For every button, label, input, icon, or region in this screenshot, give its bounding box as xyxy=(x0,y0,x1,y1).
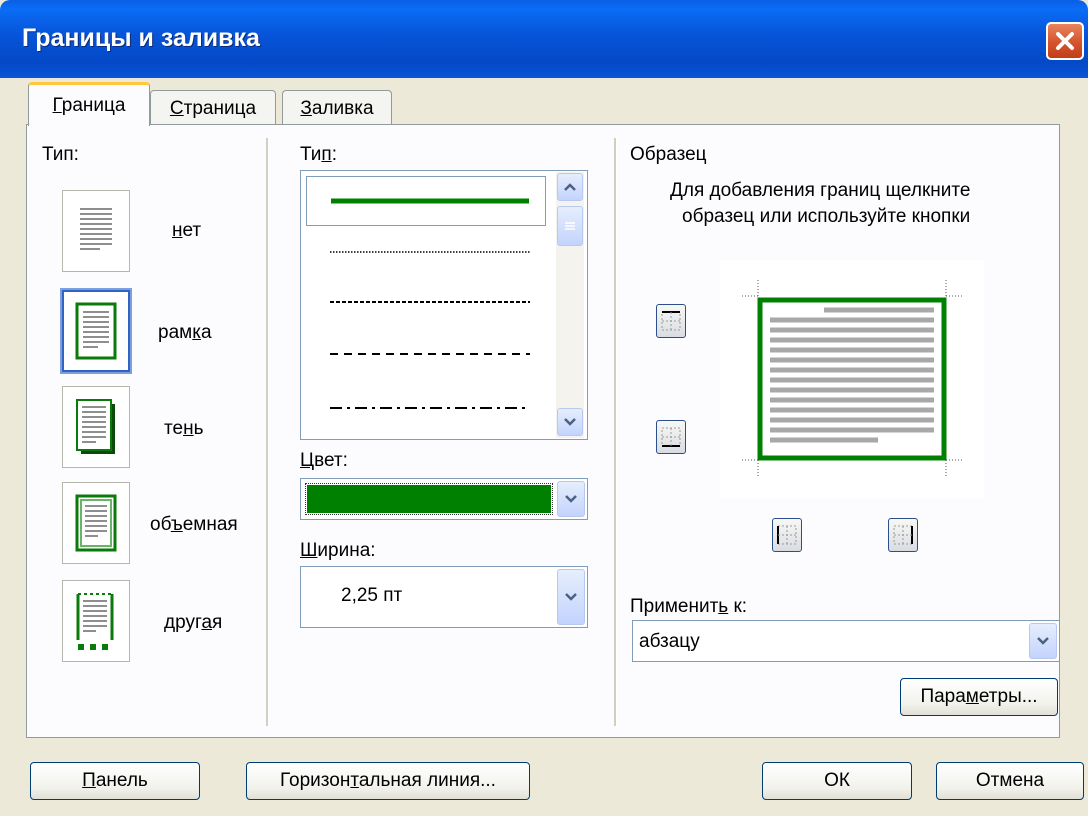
page-box-icon xyxy=(75,302,117,360)
preset-custom-label: другая xyxy=(164,612,223,633)
line-style-dashed-small[interactable] xyxy=(306,282,546,322)
line-style-dashed[interactable] xyxy=(306,334,546,374)
chevron-down-icon xyxy=(565,593,577,601)
tab-border-label: раница xyxy=(61,94,126,116)
chevron-down-icon xyxy=(565,495,577,503)
preview-hint-line1: Для добавления границ щелкните xyxy=(670,180,971,201)
color-dropdown-button[interactable] xyxy=(557,481,585,517)
close-icon xyxy=(1056,32,1074,50)
color-swatch xyxy=(305,483,553,515)
width-dropdown[interactable]: 2,25 пт xyxy=(300,566,588,628)
preset-box-button[interactable] xyxy=(60,288,132,374)
line-style-scrollbar[interactable] xyxy=(556,172,584,438)
preset-none-button[interactable] xyxy=(62,190,130,272)
tab-page[interactable]: Страница xyxy=(150,90,276,126)
page-shadow-icon xyxy=(76,399,115,454)
line-dash-dot-icon xyxy=(330,407,530,409)
preset-none-label: нет xyxy=(172,220,202,241)
border-right-icon xyxy=(893,525,913,545)
width-label: Ширина: xyxy=(300,540,376,561)
line-style-solid[interactable] xyxy=(306,176,546,226)
tab-border[interactable]: Граница xyxy=(28,82,150,126)
width-value: 2,25 пт xyxy=(341,585,403,606)
preview-hint-line2: образец или используйте кнопки xyxy=(682,206,971,227)
line-dashed-icon xyxy=(330,353,530,355)
chevron-up-icon xyxy=(564,183,576,191)
line-dashed-small-icon xyxy=(330,301,530,303)
horizontal-line-button[interactable]: Горизонтальная линия... xyxy=(246,762,530,800)
top-border-button[interactable] xyxy=(656,304,686,338)
separator-right xyxy=(614,138,617,726)
preset-3d-label: объемная xyxy=(150,514,238,535)
scroll-down-button[interactable] xyxy=(557,408,583,436)
preset-3d-button[interactable] xyxy=(62,482,130,564)
scroll-up-button[interactable] xyxy=(557,173,583,201)
preset-box-label: рамка xyxy=(158,322,212,343)
preset-shadow-label: тень xyxy=(164,418,204,439)
toolbar-button[interactable]: Панель xyxy=(30,762,200,800)
tab-shading-hotkey: З xyxy=(300,97,312,119)
style-label: Тип: xyxy=(300,144,337,165)
cancel-button[interactable]: Отмена xyxy=(936,762,1084,800)
line-solid-icon xyxy=(331,198,529,204)
separator-left xyxy=(266,138,269,726)
right-border-button[interactable] xyxy=(888,518,918,552)
width-dropdown-button[interactable] xyxy=(557,569,585,625)
page-3d-icon xyxy=(75,494,117,552)
border-left-icon xyxy=(777,525,797,545)
tab-shading-label: аливка xyxy=(311,97,374,119)
apply-to-value: абзацу xyxy=(639,631,700,652)
line-dotted-icon xyxy=(330,251,530,253)
tab-border-hotkey: Г xyxy=(52,94,62,116)
preset-shadow-button[interactable] xyxy=(62,386,130,468)
tab-page-label: траница xyxy=(183,97,257,119)
apply-to-label: Применить к: xyxy=(630,596,748,617)
preview-area[interactable] xyxy=(720,260,984,498)
line-style-dash-dot[interactable] xyxy=(306,388,546,428)
close-button[interactable] xyxy=(1046,22,1084,60)
color-label: Цвет: xyxy=(300,450,348,471)
scroll-thumb[interactable] xyxy=(557,206,583,246)
tab-page-hotkey: С xyxy=(169,97,184,119)
preview-title: Образец xyxy=(630,144,707,165)
ok-button[interactable]: ОК xyxy=(762,762,912,800)
line-style-dotted[interactable] xyxy=(306,232,546,272)
border-top-icon xyxy=(661,311,681,331)
chevron-down-icon xyxy=(1037,637,1049,645)
setting-label: Тип: xyxy=(42,144,79,165)
border-bottom-icon xyxy=(661,427,681,447)
left-border-button[interactable] xyxy=(772,518,802,552)
color-dropdown[interactable] xyxy=(300,478,588,520)
page-none-icon xyxy=(80,208,112,250)
tab-shading[interactable]: Заливка xyxy=(282,90,392,126)
chevron-down-icon xyxy=(564,418,576,426)
window-title: Границы и заливка xyxy=(22,24,260,52)
apply-to-dropdown-button[interactable] xyxy=(1029,623,1057,659)
preview-page xyxy=(742,280,962,476)
page-custom-icon xyxy=(76,593,114,650)
apply-to-dropdown[interactable]: абзацу xyxy=(632,620,1060,662)
grip-icon xyxy=(565,222,575,230)
options-button[interactable]: Параметры... xyxy=(900,678,1058,716)
preset-custom-button[interactable] xyxy=(62,580,130,662)
bottom-border-button[interactable] xyxy=(656,420,686,454)
